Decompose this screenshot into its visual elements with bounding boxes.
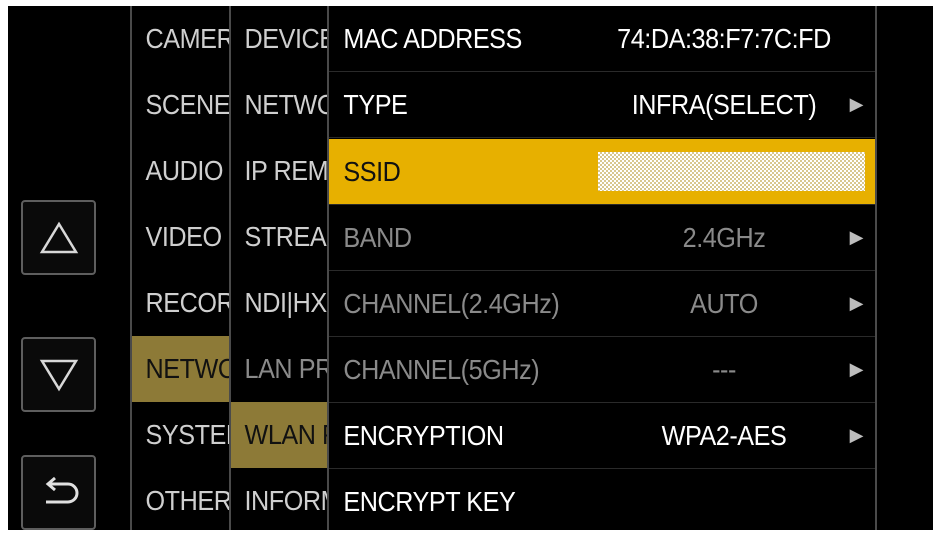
menu-item-video-out[interactable]: VIDEO OUT	[132, 204, 230, 270]
menu-item-camera[interactable]: CAMERA	[132, 6, 230, 72]
setting-label: CHANNEL(5GHz)	[343, 353, 540, 385]
down-triangle-icon	[39, 359, 78, 391]
menu-item-scene[interactable]: SCENE	[132, 72, 230, 138]
ssid-value-field[interactable]	[598, 152, 865, 191]
setting-channel-5ghz[interactable]: CHANNEL(5GHz) --- ▶	[329, 337, 875, 403]
submenu-arrow-icon: ▶	[849, 227, 864, 247]
back-button[interactable]	[21, 455, 96, 530]
submenu-item-ip-remote[interactable]: IP REMOTE	[231, 138, 328, 204]
setting-label: CHANNEL(2.4GHz)	[343, 287, 560, 319]
setting-ssid[interactable]: SSID	[329, 139, 875, 205]
setting-label: ENCRYPT KEY	[343, 485, 516, 517]
submenu-item-wlan-property[interactable]: WLAN PROPERTY	[231, 402, 327, 468]
submenu-item-device-sel[interactable]: DEVICE SEL	[231, 6, 328, 72]
setting-channel-2-4ghz[interactable]: CHANNEL(2.4GHz) AUTO ▶	[329, 271, 875, 337]
setting-type[interactable]: TYPE INFRA(SELECT) ▶	[329, 72, 875, 138]
camera-menu-screen: CAMERA SCENE AUDIO VIDEO OUT RECORDING N…	[8, 6, 933, 530]
submenu-arrow-icon: ▶	[849, 94, 864, 114]
menu-item-others[interactable]: OTHERS	[132, 468, 230, 530]
setting-label: BAND	[343, 221, 412, 253]
setting-label: MAC ADDRESS	[343, 22, 522, 54]
setting-label: ENCRYPTION	[343, 419, 504, 451]
column-divider	[875, 6, 877, 530]
menu-item-recording[interactable]: RECORDING	[132, 270, 230, 336]
menu-item-network[interactable]: NETWORK	[132, 336, 229, 402]
submenu-item-streaming[interactable]: STREAMING	[231, 204, 328, 270]
down-button[interactable]	[21, 337, 96, 412]
network-submenu: DEVICE SEL NETWORK FUNC IP REMOTE STREAM…	[231, 6, 327, 530]
setting-value: 74:DA:38:F7:7C:FD	[617, 22, 831, 54]
submenu-item-information[interactable]: INFORMATION	[231, 468, 328, 530]
return-arrow-icon	[45, 476, 78, 503]
setting-encrypt-key[interactable]: ENCRYPT KEY	[329, 469, 875, 530]
up-triangle-icon	[39, 221, 78, 253]
setting-value: ---	[712, 353, 736, 385]
submenu-arrow-icon: ▶	[849, 359, 864, 379]
submenu-item-network-func[interactable]: NETWORK FUNC	[231, 72, 328, 138]
setting-value: 2.4GHz	[682, 221, 766, 253]
submenu-item-lan-property[interactable]: LAN PROPERTY	[231, 336, 328, 402]
setting-label: SSID	[343, 155, 401, 187]
submenu-arrow-icon: ▶	[849, 293, 864, 313]
setting-label: TYPE	[343, 88, 408, 120]
setting-band[interactable]: BAND 2.4GHz ▶	[329, 205, 875, 271]
setting-encryption[interactable]: ENCRYPTION WPA2-AES ▶	[329, 403, 875, 469]
submenu-item-ndi-hx[interactable]: NDI|HX	[231, 270, 328, 336]
setting-value: AUTO	[690, 287, 758, 319]
wlan-property-panel: MAC ADDRESS 74:DA:38:F7:7C:FD TYPE INFRA…	[329, 6, 875, 530]
menu-item-audio[interactable]: AUDIO	[132, 138, 229, 204]
setting-mac-address: MAC ADDRESS 74:DA:38:F7:7C:FD	[329, 6, 875, 72]
setting-value: WPA2-AES	[661, 419, 787, 451]
main-menu: CAMERA SCENE AUDIO VIDEO OUT RECORDING N…	[132, 6, 229, 530]
submenu-arrow-icon: ▶	[849, 425, 864, 445]
setting-value: INFRA(SELECT)	[631, 88, 817, 120]
up-button[interactable]	[21, 200, 96, 275]
menu-item-system[interactable]: SYSTEM	[132, 402, 230, 468]
